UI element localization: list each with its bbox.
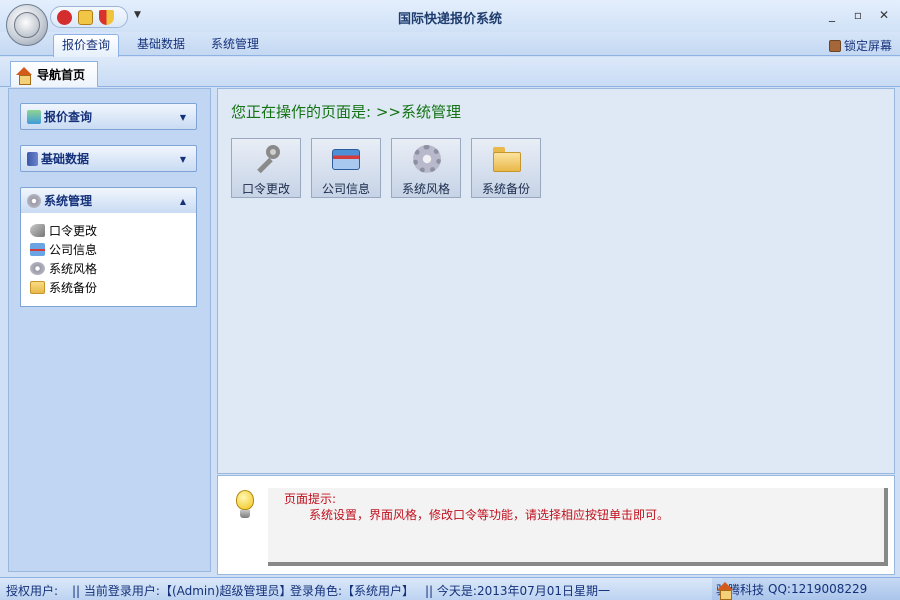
app-menu-button[interactable] (6, 4, 48, 46)
maximize-button[interactable]: ▫ (850, 8, 866, 22)
home-icon (716, 582, 734, 600)
sidebar-item-system-style[interactable]: 系统风格 (21, 259, 196, 278)
card-icon (329, 143, 363, 174)
lock-screen-label: 锁定屏幕 (843, 39, 892, 53)
tab-nav-home[interactable]: 导航首页 (10, 61, 98, 87)
app-logo-icon (14, 12, 40, 38)
sidebar-group-quote[interactable]: 报价查询 ▼ (20, 103, 197, 130)
chevron-down-icon: ▼ (179, 155, 186, 164)
tile-label: 系统备份 (481, 182, 530, 196)
lock-icon (828, 39, 841, 52)
title-bar: ▼ 国际快递报价系统 _ ▫ ✕ (0, 0, 900, 32)
hint-box: 页面提示: 系统设置，界面风格，修改口令等功能，请选择相应按钮单击即可。 (268, 488, 888, 566)
system-backup-button[interactable]: 系统备份 (471, 138, 541, 198)
gear-icon (27, 193, 41, 208)
folder-icon (489, 143, 523, 174)
hint-text: 系统设置，界面风格，修改口令等功能，请选择相应按钮单击即可。 (309, 508, 670, 522)
chevron-up-icon: ▲ (179, 197, 186, 206)
ribbon-tabs: 报价查询 基础数据 系统管理 锁定屏幕 (0, 32, 900, 57)
tab-basic-data[interactable]: 基础数据 (129, 34, 193, 57)
sidebar-item-label: 口令更改 (49, 224, 98, 238)
change-password-button[interactable]: 口令更改 (231, 138, 301, 198)
sidebar-group-label: 基础数据 (41, 152, 90, 166)
page-title: 您正在操作的页面是: >>系统管理 (231, 103, 461, 121)
tile-label: 系统风格 (401, 182, 450, 196)
quote-icon (27, 109, 41, 124)
close-button[interactable]: ✕ (876, 8, 892, 22)
sidebar-item-label: 系统备份 (49, 281, 98, 295)
main-panel: 您正在操作的页面是: >>系统管理 口令更改 公司信息 系统风格 系统备份 (217, 88, 895, 474)
hint-title: 页面提示: (284, 492, 337, 506)
company-qq: QQ:1219008229 (768, 582, 868, 596)
gear-icon (409, 143, 443, 174)
sidebar-item-label: 公司信息 (49, 243, 98, 257)
tile-label: 口令更改 (241, 182, 290, 196)
status-licensed-user: 授权用户: (6, 584, 59, 598)
sidebar-item-company-info[interactable]: 公司信息 (21, 240, 196, 259)
tab-quote-query[interactable]: 报价查询 (53, 34, 120, 57)
sidebar-item-label: 系统风格 (49, 262, 98, 276)
chevron-down-icon: ▼ (179, 113, 186, 122)
status-date: || 今天是:2013年07月01日星期一 (425, 584, 611, 598)
company-info-button[interactable]: 公司信息 (311, 138, 381, 198)
sidebar-group-label: 报价查询 (44, 110, 93, 124)
folder-icon (30, 281, 45, 294)
home-icon (15, 66, 33, 85)
document-tab-bar: 导航首页 (0, 57, 900, 87)
sidebar: 报价查询 ▼ 基础数据 ▼ 系统管理 ▲ 口令更改 公司信息 系统风格 系统备份 (8, 88, 211, 572)
lock-screen-button[interactable]: 锁定屏幕 (828, 37, 892, 54)
sidebar-group-label: 系统管理 (44, 194, 93, 208)
status-current-user: || 当前登录用户:【(Admin)超级管理员】 (72, 584, 292, 598)
status-company: 骏腾科技 QQ:1219008229 (712, 578, 900, 600)
sidebar-group-system-admin-items: 口令更改 公司信息 系统风格 系统备份 (20, 213, 197, 307)
sidebar-group-basic-data[interactable]: 基础数据 ▼ (20, 145, 197, 172)
sidebar-item-change-password[interactable]: 口令更改 (21, 221, 196, 240)
minimize-button[interactable]: _ (824, 8, 840, 22)
nav-home-label: 导航首页 (37, 68, 86, 82)
hint-panel: 页面提示: 系统设置，界面风格，修改口令等功能，请选择相应按钮单击即可。 (217, 475, 895, 575)
window-title: 国际快递报价系统 (397, 12, 502, 27)
status-role: 登录角色:【系统用户】 (290, 584, 415, 598)
sidebar-item-system-backup[interactable]: 系统备份 (21, 278, 196, 297)
gear-icon (30, 262, 45, 275)
key-icon (30, 224, 45, 237)
tab-system-admin[interactable]: 系统管理 (203, 34, 267, 57)
book-icon (27, 151, 38, 166)
card-icon (30, 243, 45, 256)
key-icon (249, 143, 283, 174)
sidebar-group-system-admin[interactable]: 系统管理 ▲ (20, 187, 197, 214)
lightbulb-icon (234, 490, 256, 520)
status-bar: 授权用户: || 当前登录用户:【(Admin)超级管理员】 登录角色:【系统用… (0, 577, 900, 600)
tile-label: 公司信息 (321, 182, 370, 196)
system-style-button[interactable]: 系统风格 (391, 138, 461, 198)
